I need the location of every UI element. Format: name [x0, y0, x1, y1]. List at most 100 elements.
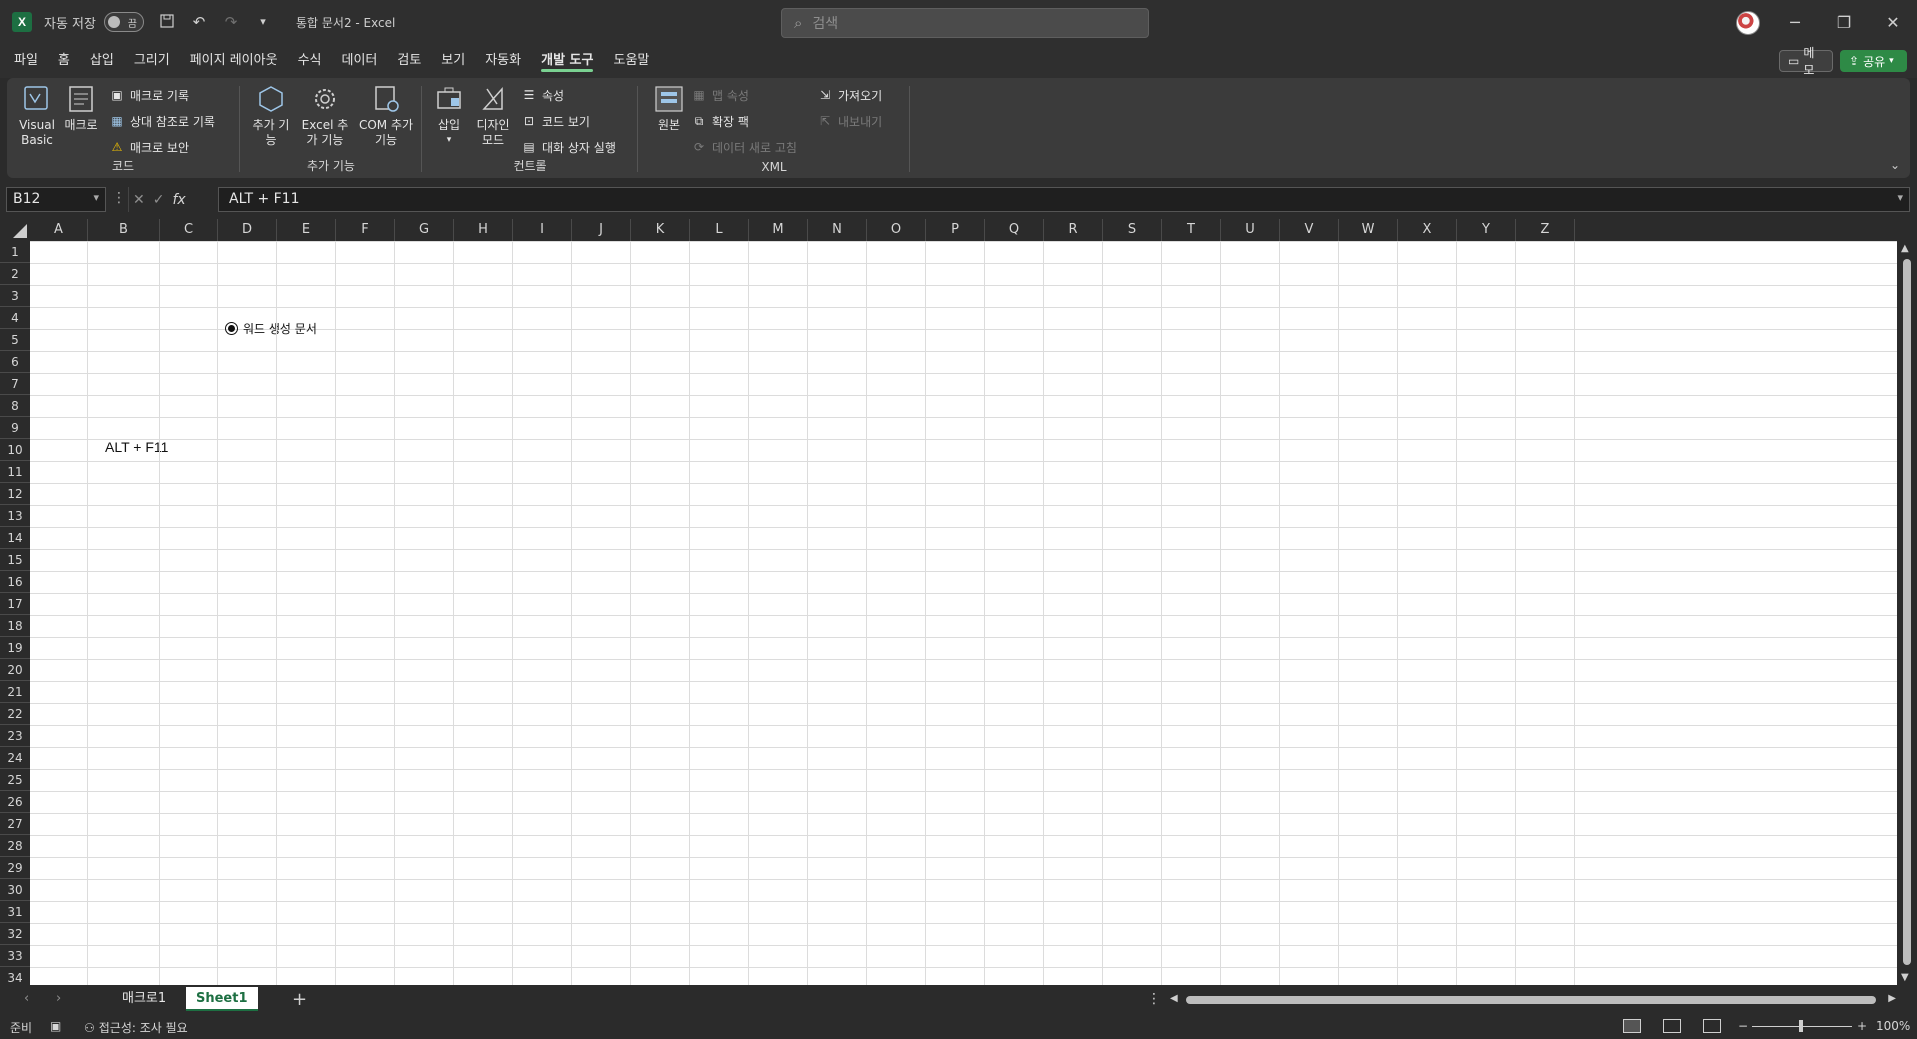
addins-button[interactable]: 추가 기능: [249, 84, 293, 148]
row-header-26[interactable]: 26: [0, 791, 30, 813]
row-header-16[interactable]: 16: [0, 571, 30, 593]
column-header-c[interactable]: C: [160, 219, 218, 241]
tab-data[interactable]: 데이터: [331, 44, 387, 78]
page-break-view-icon[interactable]: [1703, 1019, 1721, 1033]
row-header-23[interactable]: 23: [0, 725, 30, 747]
save-icon[interactable]: [158, 13, 176, 31]
properties-button[interactable]: ☰ 속성: [521, 84, 564, 106]
column-header-p[interactable]: P: [926, 219, 985, 241]
excel-addins-button[interactable]: Excel 추가 기능: [297, 84, 353, 148]
undo-icon[interactable]: ↶: [190, 13, 208, 31]
row-header-34[interactable]: 34: [0, 967, 30, 985]
row-header-24[interactable]: 24: [0, 747, 30, 769]
column-header-o[interactable]: O: [867, 219, 926, 241]
zoom-slider-knob[interactable]: [1799, 1020, 1803, 1032]
relative-reference-button[interactable]: ▦ 상대 참조로 기록: [109, 110, 215, 132]
zoom-level[interactable]: 100%: [1876, 1019, 1910, 1033]
column-header-t[interactable]: T: [1162, 219, 1221, 241]
normal-view-icon[interactable]: [1623, 1019, 1641, 1033]
row-header-13[interactable]: 13: [0, 505, 30, 527]
row-header-30[interactable]: 30: [0, 879, 30, 901]
cancel-icon[interactable]: ✕: [133, 192, 145, 208]
visual-basic-button[interactable]: Visual Basic: [15, 84, 59, 148]
close-button[interactable]: ✕: [1869, 0, 1917, 44]
tab-insert[interactable]: 삽입: [80, 44, 124, 78]
sheet-tab-macro1[interactable]: 매크로1: [112, 987, 176, 1011]
row-header-28[interactable]: 28: [0, 835, 30, 857]
row-header-11[interactable]: 11: [0, 461, 30, 483]
tab-developer[interactable]: 개발 도구: [531, 44, 603, 78]
record-macro-button[interactable]: ▣ 매크로 기록: [109, 84, 189, 106]
next-sheet-icon[interactable]: ›: [56, 991, 61, 1006]
prev-sheet-icon[interactable]: ‹: [24, 991, 29, 1006]
xml-source-button[interactable]: 원본: [647, 84, 691, 133]
option-button-control[interactable]: 워드 생성 문서: [225, 320, 317, 337]
refresh-data-button[interactable]: ⟳ 데이터 새로 고침: [691, 136, 797, 158]
row-header-15[interactable]: 15: [0, 549, 30, 571]
row-header-14[interactable]: 14: [0, 527, 30, 549]
macro-security-button[interactable]: ⚠ 매크로 보안: [109, 136, 189, 158]
row-header-9[interactable]: 9: [0, 417, 30, 439]
memo-button[interactable]: ▭ 메모: [1779, 46, 1833, 77]
vertical-scroll-thumb[interactable]: [1903, 259, 1911, 965]
column-header-h[interactable]: H: [454, 219, 513, 241]
name-box[interactable]: B12 ▾: [6, 187, 106, 212]
scroll-up-icon[interactable]: ▲: [1901, 243, 1909, 254]
autosave-toggle[interactable]: 끔: [103, 12, 144, 32]
column-header-l[interactable]: L: [690, 219, 749, 241]
zoom-out-button[interactable]: −: [1738, 1019, 1748, 1033]
row-header-32[interactable]: 32: [0, 923, 30, 945]
column-header-i[interactable]: I: [513, 219, 572, 241]
row-header-27[interactable]: 27: [0, 813, 30, 835]
row-header-4[interactable]: 4: [0, 307, 30, 329]
row-header-29[interactable]: 29: [0, 857, 30, 879]
restore-button[interactable]: ❐: [1820, 0, 1868, 44]
more-icon[interactable]: ⋮: [112, 190, 126, 206]
add-sheet-button[interactable]: +: [292, 989, 307, 1010]
row-header-22[interactable]: 22: [0, 703, 30, 725]
column-header-n[interactable]: N: [808, 219, 867, 241]
row-header-7[interactable]: 7: [0, 373, 30, 395]
tab-home[interactable]: 홈: [48, 44, 80, 78]
redo-icon[interactable]: ↷: [222, 13, 240, 31]
macro-button[interactable]: 매크로: [59, 84, 103, 133]
row-header-12[interactable]: 12: [0, 483, 30, 505]
row-header-20[interactable]: 20: [0, 659, 30, 681]
row-header-33[interactable]: 33: [0, 945, 30, 967]
column-header-a[interactable]: A: [30, 219, 88, 241]
column-header-v[interactable]: V: [1280, 219, 1339, 241]
import-button[interactable]: ⇲ 가져오기: [817, 84, 882, 106]
row-header-31[interactable]: 31: [0, 901, 30, 923]
search-input[interactable]: ⌕ 검색: [781, 8, 1149, 38]
design-mode-button[interactable]: 디자인 모드: [471, 84, 515, 148]
share-button[interactable]: ⇪ 공유 ▾: [1840, 50, 1907, 72]
row-header-2[interactable]: 2: [0, 263, 30, 285]
column-header-d[interactable]: D: [218, 219, 277, 241]
column-header-w[interactable]: W: [1339, 219, 1398, 241]
insert-control-button[interactable]: 삽입 ▾: [427, 84, 471, 148]
scroll-right-icon[interactable]: ▶: [1888, 993, 1896, 1004]
vertical-scrollbar[interactable]: ▲ ▼: [1897, 241, 1917, 985]
column-header-y[interactable]: Y: [1457, 219, 1516, 241]
column-header-e[interactable]: E: [277, 219, 336, 241]
scroll-down-icon[interactable]: ▼: [1901, 972, 1909, 983]
column-header-f[interactable]: F: [336, 219, 395, 241]
row-header-21[interactable]: 21: [0, 681, 30, 703]
sheet-tab-sheet1[interactable]: Sheet1: [186, 987, 258, 1011]
tab-page-layout[interactable]: 페이지 레이아웃: [180, 44, 288, 78]
column-header-u[interactable]: U: [1221, 219, 1280, 241]
collapse-ribbon-icon[interactable]: ⌄: [1890, 158, 1900, 172]
tab-help[interactable]: 도움말: [603, 44, 659, 78]
tab-draw[interactable]: 그리기: [124, 44, 180, 78]
horizontal-scrollbar[interactable]: ◀ ▶: [1168, 993, 1898, 1007]
column-header-x[interactable]: X: [1398, 219, 1457, 241]
customize-qat-icon[interactable]: ▾: [254, 13, 272, 31]
row-header-5[interactable]: 5: [0, 329, 30, 351]
select-all-button[interactable]: [0, 219, 30, 241]
column-header-s[interactable]: S: [1103, 219, 1162, 241]
column-header-g[interactable]: G: [395, 219, 454, 241]
row-header-6[interactable]: 6: [0, 351, 30, 373]
run-dialog-button[interactable]: ▤ 대화 상자 실행: [521, 136, 616, 158]
more-icon[interactable]: ⋮: [1147, 991, 1161, 1007]
accessibility-button[interactable]: ⚇ 접근성: 조사 필요: [84, 1019, 188, 1036]
